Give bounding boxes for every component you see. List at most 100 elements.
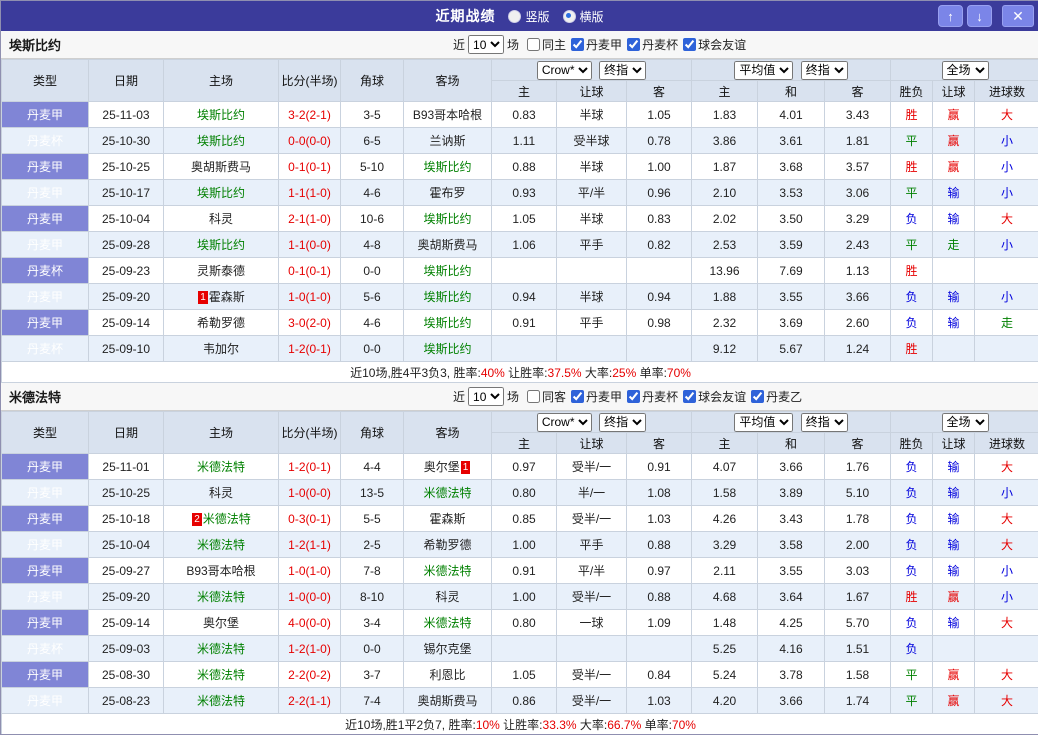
col-odds-handicap: 让球 [557, 433, 627, 454]
odds-company-select[interactable]: Crow* [537, 413, 592, 432]
score-cell: 1-1(0-0) [279, 232, 341, 258]
checkbox-input[interactable] [571, 390, 584, 403]
filter-checkbox-4[interactable]: 丹麦乙 [751, 388, 802, 405]
score-cell: 1-0(0-0) [279, 480, 341, 506]
team-name-text: 霍森斯 [429, 512, 465, 526]
recent-count-select[interactable]: 10 [468, 387, 504, 406]
result-goals-cell: 大 [975, 662, 1038, 688]
scope-select[interactable]: 全场 [942, 413, 989, 432]
summary-segment: 33.3% [543, 718, 577, 732]
near-label: 近 [453, 36, 465, 53]
col-avg-away: 客 [825, 433, 891, 454]
filter-checkbox-1[interactable]: 丹麦甲 [571, 388, 622, 405]
checkbox-input[interactable] [627, 390, 640, 403]
avg-odds-cell: 3.78 [758, 662, 825, 688]
recent-count-select[interactable]: 10 [468, 35, 504, 54]
filter-checkbox-0[interactable]: 同主 [527, 36, 566, 53]
filter-checkbox-2[interactable]: 丹麦杯 [627, 36, 678, 53]
col-date: 日期 [89, 60, 164, 102]
filter-checkbox-group: 同主丹麦甲丹麦杯球会友谊 [522, 36, 746, 53]
filter-checkbox-3[interactable]: 球会友谊 [683, 36, 746, 53]
handicap-odds-cell [557, 336, 627, 362]
filter-checkbox-3[interactable]: 球会友谊 [683, 388, 746, 405]
odds-company-select[interactable]: Crow* [537, 61, 592, 80]
checkbox-input[interactable] [571, 38, 584, 51]
close-button[interactable]: ✕ [1002, 5, 1034, 27]
checkbox-input[interactable] [527, 38, 540, 51]
scroll-down-button[interactable]: ↓ [967, 5, 992, 27]
result-goals-cell: 大 [975, 532, 1038, 558]
handicap-odds-cell: 0.96 [627, 180, 692, 206]
summary-text: 近10场,胜1平2负7, 胜率:10% 让胜率:33.3% 大率:66.7% 单… [2, 714, 1038, 735]
avg-odds-select[interactable]: 平均值 [734, 61, 793, 80]
odds-stage-select-1[interactable]: 终指 [599, 413, 646, 432]
avg-odds-cell: 2.11 [692, 558, 758, 584]
corner-cell: 3-5 [341, 102, 404, 128]
handicap-odds-cell: 半球 [557, 284, 627, 310]
team-name-text: 科灵 [209, 212, 233, 226]
checkbox-input[interactable] [683, 38, 696, 51]
scroll-up-button[interactable]: ↑ [938, 5, 963, 27]
away-team-cell: 奥尔堡1 [404, 454, 492, 480]
league-cell: 丹麦甲 [2, 102, 89, 128]
handicap-odds-cell: 0.80 [492, 480, 557, 506]
team-name-text: 米德法特 [423, 616, 471, 630]
team-name-text: 奥胡斯费马 [417, 694, 477, 708]
result-goals-cell: 小 [975, 584, 1038, 610]
team-name-text: 米德法特 [197, 460, 245, 474]
checkbox-input[interactable] [627, 38, 640, 51]
team-name-text: 米德法特 [197, 694, 245, 708]
col-avg-draw: 和 [758, 433, 825, 454]
col-result-goals: 进球数 [975, 433, 1038, 454]
home-team-cell: 埃斯比约 [164, 128, 279, 154]
result-goals-cell: 小 [975, 558, 1038, 584]
result-wdl-cell: 胜 [891, 102, 933, 128]
odds-stage-select-1[interactable]: 终指 [599, 61, 646, 80]
layout-radio-vertical[interactable]: 竖版 [508, 8, 549, 25]
handicap-odds-cell: 1.05 [492, 206, 557, 232]
checkbox-input[interactable] [527, 390, 540, 403]
result-goals-cell [975, 258, 1038, 284]
avg-odds-cell: 4.68 [692, 584, 758, 610]
avg-odds-cell: 1.88 [692, 284, 758, 310]
rank-badge: 1 [198, 291, 208, 304]
filter-checkbox-0[interactable]: 同客 [527, 388, 566, 405]
checkbox-label: 丹麦乙 [766, 388, 802, 405]
avg-odds-select[interactable]: 平均值 [734, 413, 793, 432]
avg-odds-cell: 3.89 [758, 480, 825, 506]
result-goals-cell: 小 [975, 180, 1038, 206]
col-type: 类型 [2, 412, 89, 454]
date-cell: 25-09-27 [89, 558, 164, 584]
avg-odds-cell: 3.59 [758, 232, 825, 258]
sections-container: 埃斯比约 近 10 场 同主丹麦甲丹麦杯球会友谊 类型 日期 [1, 31, 1038, 735]
scope-select[interactable]: 全场 [942, 61, 989, 80]
league-cell: 丹麦甲 [2, 154, 89, 180]
result-wdl-cell: 平 [891, 128, 933, 154]
team-name-text: 埃斯比约 [423, 212, 471, 226]
avg-odds-cell: 1.81 [825, 128, 891, 154]
col-odds-away: 客 [627, 433, 692, 454]
result-handicap-cell: 赢 [933, 584, 975, 610]
match-row: 丹麦甲25-10-04米德法特1-2(1-1)2-5希勒罗德1.00平手0.88… [2, 532, 1038, 558]
result-wdl-cell: 负 [891, 206, 933, 232]
near-label: 近 [453, 388, 465, 405]
summary-segment: 66.7% [607, 718, 641, 732]
home-team-cell: 灵斯泰德 [164, 258, 279, 284]
match-row: 丹麦杯25-09-03米德法特1-2(1-0)0-0锡尔克堡5.254.161.… [2, 636, 1038, 662]
handicap-odds-cell: 一球 [557, 610, 627, 636]
filter-checkbox-1[interactable]: 丹麦甲 [571, 36, 622, 53]
layout-radio-horizontal[interactable]: 横版 [563, 8, 604, 25]
checkbox-input[interactable] [751, 390, 764, 403]
home-team-cell: 科灵 [164, 206, 279, 232]
away-team-cell: 希勒罗德 [404, 532, 492, 558]
date-cell: 25-10-18 [89, 506, 164, 532]
handicap-odds-cell: 1.08 [627, 480, 692, 506]
handicap-odds-cell: 1.00 [492, 584, 557, 610]
avg-odds-cell: 3.43 [758, 506, 825, 532]
odds-stage-select-2[interactable]: 终指 [801, 61, 848, 80]
date-cell: 25-09-20 [89, 584, 164, 610]
odds-stage-select-2[interactable]: 终指 [801, 413, 848, 432]
date-cell: 25-09-23 [89, 258, 164, 284]
checkbox-input[interactable] [683, 390, 696, 403]
filter-checkbox-2[interactable]: 丹麦杯 [627, 388, 678, 405]
